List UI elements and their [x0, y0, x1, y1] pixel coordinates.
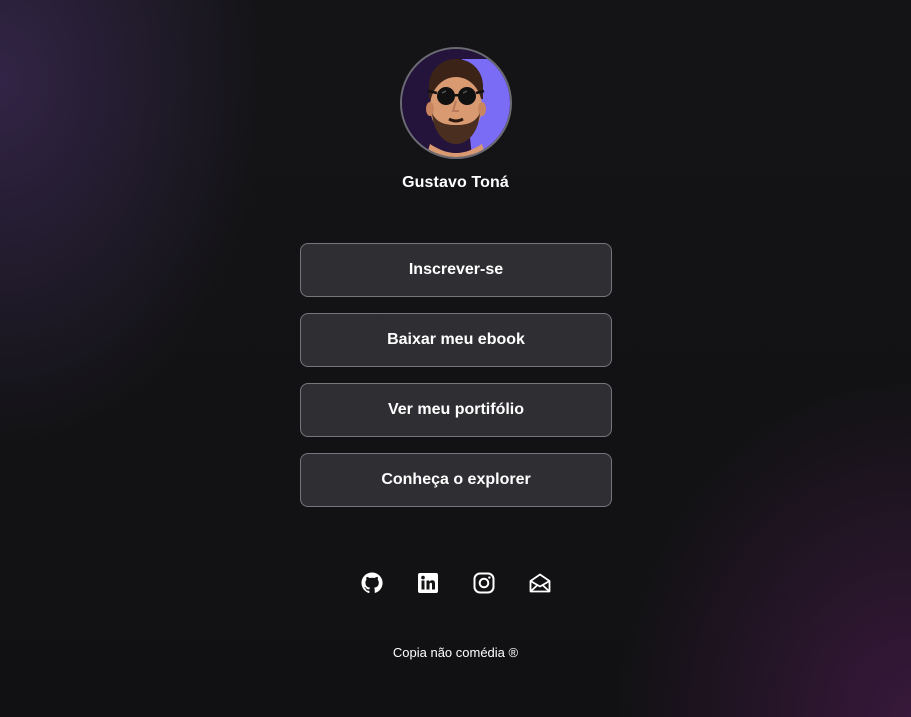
instagram-icon — [473, 572, 494, 594]
linkedin-link[interactable] — [416, 571, 440, 595]
explorer-button[interactable]: Conheça o explorer — [300, 453, 612, 507]
footer-text: Copia não comédia ® — [392, 645, 519, 660]
avatar-illustration — [402, 49, 510, 157]
page-container: Gustavo Toná Inscrever-se Baixar meu ebo… — [0, 0, 911, 717]
github-icon — [361, 572, 383, 594]
mail-icon — [529, 573, 550, 593]
linkedin-icon — [417, 573, 438, 593]
instagram-link[interactable] — [472, 571, 496, 595]
social-links — [0, 571, 911, 595]
portfolio-button[interactable]: Ver meu portifólio — [300, 383, 612, 437]
profile-name: Gustavo Toná — [402, 174, 509, 191]
email-link[interactable] — [528, 571, 552, 595]
download-ebook-button[interactable]: Baixar meu ebook — [300, 313, 612, 367]
profile-avatar — [400, 47, 512, 159]
subscribe-button[interactable]: Inscrever-se — [300, 243, 612, 297]
github-link[interactable] — [360, 571, 384, 595]
link-list: Inscrever-se Baixar meu ebook Ver meu po… — [300, 243, 612, 523]
